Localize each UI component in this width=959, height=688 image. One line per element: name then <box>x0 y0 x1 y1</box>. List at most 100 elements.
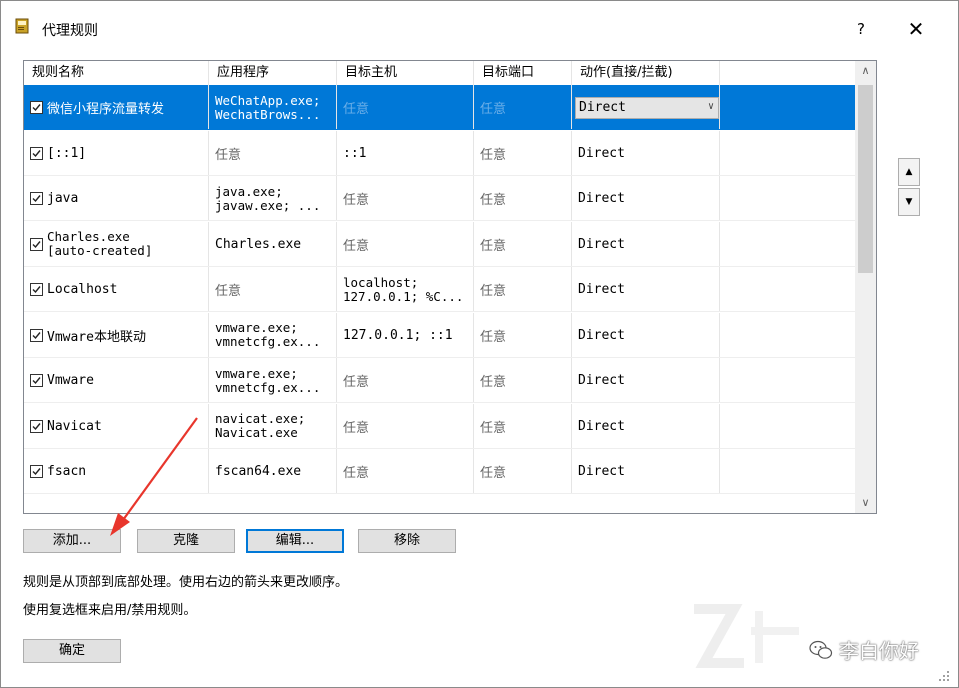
rule-host-cell: 任意 <box>337 449 474 494</box>
rule-name: [::1] <box>47 145 87 161</box>
rule-enabled-checkbox[interactable] <box>30 465 43 478</box>
rule-name-cell: Vmware <box>24 358 209 403</box>
row-divider <box>24 493 855 494</box>
rule-name-cell: Localhost <box>24 267 209 312</box>
rule-app-cell: Charles.exe <box>209 221 337 267</box>
scroll-up-icon[interactable]: ∧ <box>855 61 876 81</box>
scroll-down-icon[interactable]: ∨ <box>855 493 876 513</box>
cell-text: vmware.exe; vmnetcfg.ex... <box>215 365 321 395</box>
rule-name-cell: Vmware本地联动 <box>24 312 209 358</box>
cell-text: 任意 <box>343 420 370 436</box>
rule-host-cell: 任意 <box>337 358 474 403</box>
remove-button[interactable]: 移除 <box>358 529 456 553</box>
table-row[interactable]: 微信小程序流量转发 WeChatApp.exe; WechatBrows... 任意… <box>24 85 855 130</box>
rule-action-cell: Direct <box>572 130 720 176</box>
rule-port-cell: 任意 <box>474 403 572 449</box>
table-row[interactable]: Navicat navicat.exe; Navicat.exe 任意 任意 Direc… <box>24 403 855 449</box>
resize-grip-icon[interactable] <box>931 665 953 685</box>
wechat-icon <box>809 638 833 662</box>
cell-text: Direct <box>578 191 625 206</box>
window-title: 代理规则 <box>42 23 98 39</box>
rule-enabled-checkbox[interactable] <box>30 101 43 114</box>
cell-text: Direct <box>578 464 625 479</box>
move-rule-up-button[interactable]: ▲ <box>898 158 920 186</box>
rule-enabled-checkbox[interactable] <box>30 328 43 342</box>
ok-button[interactable]: 确定 <box>23 639 121 663</box>
table-header: 规则名称 应用程序 目标主机 目标端口 动作(直接/拦截) <box>24 61 855 85</box>
rule-port-cell: 任意 <box>474 312 572 358</box>
rule-name-cell: java <box>24 176 209 221</box>
rule-action-cell: Direct <box>572 312 720 358</box>
proxy-rules-dialog: 代理规则 ? ✕ 规则名称 应用程序 目标主机 目标端口 动作(直接/拦截) 微… <box>0 0 959 688</box>
vertical-scrollbar[interactable]: ∧ ∨ <box>855 61 876 513</box>
rule-host-cell: 任意 <box>337 403 474 449</box>
table-row[interactable]: Vmware本地联动 vmware.exe; vmnetcfg.ex... 127.… <box>24 312 855 358</box>
rule-app-cell: vmware.exe; vmnetcfg.ex... <box>209 358 337 403</box>
rule-enabled-checkbox[interactable] <box>30 283 43 296</box>
cell-text: 任意 <box>480 102 507 117</box>
cell-text: WeChatApp.exe; WechatBrows... <box>215 92 321 122</box>
rule-name: fsacn <box>47 464 87 479</box>
watermark-text: 李白你好 <box>839 639 919 663</box>
column-header-name[interactable]: 规则名称 <box>24 61 209 85</box>
rule-enabled-checkbox[interactable] <box>30 146 43 160</box>
cell-text: Direct <box>578 236 625 252</box>
cell-text: Direct <box>578 418 625 434</box>
rule-enabled-checkbox[interactable] <box>30 419 43 433</box>
column-header-app[interactable]: 应用程序 <box>209 61 337 85</box>
rule-name: Charles.exe [auto-created] <box>47 229 153 258</box>
rule-name: Vmware本地联动 <box>47 329 146 345</box>
rule-enabled-checkbox[interactable] <box>30 237 43 251</box>
cell-text: 任意 <box>480 466 507 481</box>
rule-name-cell: fsacn <box>24 449 209 494</box>
column-header-host[interactable]: 目标主机 <box>337 61 474 85</box>
rule-app-cell: navicat.exe; Navicat.exe <box>209 403 337 449</box>
column-header-action[interactable]: 动作(直接/拦截) <box>572 61 720 85</box>
rule-app-cell: WeChatApp.exe; WechatBrows... <box>209 85 337 130</box>
cell-text: Direct <box>578 145 625 161</box>
rule-enabled-checkbox[interactable] <box>30 192 43 205</box>
scroll-thumb[interactable] <box>858 85 873 273</box>
cell-text: 任意 <box>215 147 242 163</box>
watermark: 李白你好 <box>809 635 919 664</box>
cell-text: fscan64.exe <box>215 464 302 479</box>
cell-text: Direct <box>578 373 625 388</box>
table-row[interactable]: Vmware vmware.exe; vmnetcfg.ex... 任意 任意 Dire… <box>24 358 855 403</box>
rule-app-cell: 任意 <box>209 130 337 176</box>
cell-text: 任意 <box>343 466 370 481</box>
rule-action-cell: Direct <box>572 449 720 494</box>
clone-button[interactable]: 克隆 <box>137 529 235 553</box>
rule-action-cell: Direct <box>572 221 720 267</box>
rule-enabled-checkbox[interactable] <box>30 374 43 387</box>
rule-port-cell: 任意 <box>474 85 572 130</box>
table-row[interactable]: [::1] 任意::1 任意 Direct <box>24 130 855 176</box>
rules-book-icon <box>14 18 30 34</box>
add-button[interactable]: 添加... <box>23 529 121 553</box>
rule-name-cell: [::1] <box>24 130 209 176</box>
rule-name: Localhost <box>47 282 118 297</box>
rule-app-cell: fscan64.exe <box>209 449 337 494</box>
rule-action-cell: Direct <box>572 403 720 449</box>
rule-app-cell: 任意 <box>209 267 337 312</box>
cell-text: 任意 <box>215 284 242 299</box>
rules-table[interactable]: 规则名称 应用程序 目标主机 目标端口 动作(直接/拦截) 微信小程序流量转发 W… <box>23 60 877 514</box>
help-button[interactable]: ? <box>846 14 876 44</box>
rule-port-cell: 任意 <box>474 221 572 267</box>
close-button[interactable]: ✕ <box>901 14 931 44</box>
table-row[interactable]: fsacn fscan64.exe 任意 任意 Direct <box>24 449 855 494</box>
column-header-port[interactable]: 目标端口 <box>474 61 572 85</box>
table-row[interactable]: Localhost 任意 localhost; 127.0.0.1; %C... 任意… <box>24 267 855 312</box>
cell-text: vmware.exe; vmnetcfg.ex... <box>215 320 321 349</box>
table-row[interactable]: java java.exe; javaw.exe; ... 任意 任意 Direct <box>24 176 855 221</box>
move-rule-down-button[interactable]: ▼ <box>898 188 920 216</box>
cell-text: 任意 <box>480 147 507 163</box>
cell-text: 任意 <box>343 102 370 117</box>
edit-button[interactable]: 编辑... <box>246 529 344 553</box>
cell-text: 任意 <box>343 375 370 390</box>
rule-action-cell: Direct <box>572 176 720 221</box>
cell-text: 任意 <box>480 238 507 254</box>
cell-text: Direct <box>578 282 625 297</box>
rule-action-cell: Direct <box>572 358 720 403</box>
action-select[interactable]: Direct ∨ <box>575 96 719 119</box>
table-row[interactable]: Charles.exe [auto-created] Charles.exe 任意 任… <box>24 221 855 267</box>
